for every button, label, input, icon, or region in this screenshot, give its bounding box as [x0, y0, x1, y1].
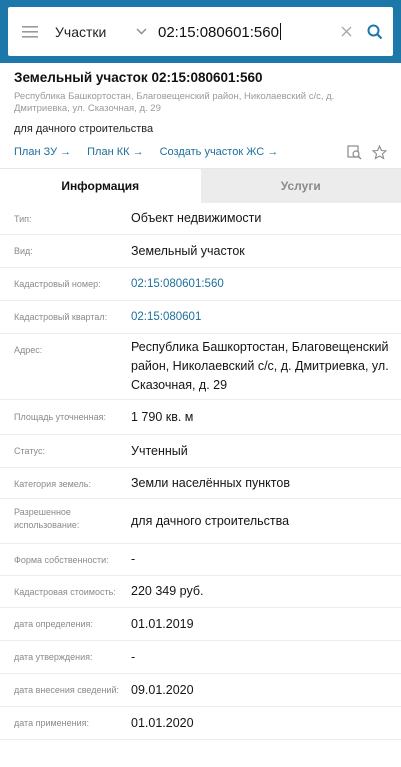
info-row-key: дата определения:	[14, 619, 93, 629]
info-row-value: 01.01.2019	[131, 616, 194, 631]
info-row: Вид: Земельный участок	[0, 235, 401, 268]
info-row: Категория земель: Земли населённых пункт…	[0, 468, 401, 499]
clear-icon[interactable]	[335, 26, 357, 37]
info-row-value: 01.01.2020	[131, 715, 194, 730]
create-plot-link[interactable]: Создать участок ЖС →	[160, 146, 279, 158]
object-type-label: Участки	[55, 23, 107, 40]
info-row-key: Кадастровый квартал:	[14, 312, 108, 322]
status-value: Учтенный	[131, 443, 188, 458]
info-row: дата внесения сведений: 09.01.2020	[0, 674, 401, 707]
info-row-key: Форма собственности:	[14, 555, 109, 565]
info-row-value: Республика Башкортостан, Благовещенский …	[131, 340, 389, 392]
info-row: дата утверждения: -	[0, 641, 401, 674]
search-input[interactable]: 02:15:080601:560	[152, 22, 335, 41]
cadastral-number-link[interactable]: 02:15:080601:560	[131, 275, 401, 294]
info-row: Кадастровая стоимость: 220 349 руб.	[0, 576, 401, 608]
info-table: Тип: Объект недвижимости Вид: Земельный …	[0, 203, 401, 740]
info-row-key: Статус:	[14, 446, 45, 456]
info-row: Адрес: Республика Башкортостан, Благовещ…	[0, 334, 401, 400]
plan-zu-link[interactable]: План ЗУ →	[14, 146, 71, 158]
info-row: Форма собственности: -	[0, 544, 401, 576]
info-row-key: Кадастровый номер:	[14, 279, 101, 289]
menu-icon[interactable]	[8, 25, 52, 38]
object-card: Земельный участок 02:15:080601:560 Респу…	[0, 70, 401, 160]
object-type-select[interactable]: Участки	[52, 24, 152, 40]
plan-kk-link[interactable]: План КК →	[87, 146, 143, 158]
info-row-value: 1 790 кв. м	[131, 409, 194, 424]
object-title: Земельный участок 02:15:080601:560	[14, 70, 263, 85]
info-row-key: Категория земель:	[14, 479, 91, 489]
tab-bar: Информация Услуги	[0, 168, 401, 203]
info-row-value: Земли населённых пунктов	[131, 475, 290, 490]
cadastral-value: 220 349 руб.	[131, 584, 204, 598]
info-row: дата определения: 01.01.2019	[0, 608, 401, 641]
info-row: Тип: Объект недвижимости	[0, 203, 401, 235]
info-row-key: Площадь уточненная:	[14, 412, 106, 422]
search-icon	[367, 24, 383, 39]
info-row-key: дата внесения сведений:	[14, 685, 119, 695]
info-row: Кадастровый квартал: 02:15:080601	[0, 301, 401, 334]
object-address-short: Республика Башкортостан, Благовещенский …	[14, 91, 335, 114]
info-row-value: -	[131, 649, 136, 664]
info-row: дата применения: 01.01.2020	[0, 707, 401, 740]
info-row: Кадастровый номер: 02:15:080601:560	[0, 268, 401, 301]
info-row-key: Разрешенное использование:	[14, 507, 80, 530]
tab-services[interactable]: Услуги	[200, 169, 401, 203]
object-purpose: для дачного строительства	[14, 123, 154, 135]
text-cursor	[279, 22, 281, 40]
info-row-key: Адрес:	[14, 345, 43, 355]
tab-information[interactable]: Информация	[0, 169, 201, 203]
top-bar: Участки 02:15:080601:560	[0, 0, 401, 63]
cadastral-quarter-link[interactable]: 02:15:080601	[131, 308, 401, 327]
chevron-down-icon	[130, 28, 152, 35]
star-icon[interactable]	[372, 144, 387, 160]
search-button[interactable]	[357, 24, 393, 40]
info-row-key: дата применения:	[14, 718, 90, 728]
info-row-value: -	[131, 552, 136, 566]
info-row-value: Объект недвижимости	[131, 211, 262, 225]
search-box: Участки 02:15:080601:560	[8, 7, 393, 56]
info-row-key: Вид:	[14, 246, 33, 256]
action-links: План ЗУ → План КК → Создать участок ЖС →	[14, 144, 387, 160]
search-query-text: 02:15:080601:560	[158, 23, 279, 41]
info-row-key: Кадастровая стоимость:	[14, 587, 116, 597]
info-row: Площадь уточненная: 1 790 кв. м	[0, 400, 401, 435]
info-row-key: дата утверждения:	[14, 652, 93, 662]
info-row-key: Тип:	[14, 214, 32, 224]
info-row-value: для дачного строительства	[131, 513, 290, 528]
info-row-value: 09.01.2020	[131, 682, 194, 697]
map-search-icon[interactable]	[347, 144, 362, 160]
info-row-value: Земельный участок	[131, 243, 245, 258]
info-row: Статус: Учтенный	[0, 435, 401, 468]
info-row: Разрешенное использование: для дачного с…	[0, 499, 401, 544]
